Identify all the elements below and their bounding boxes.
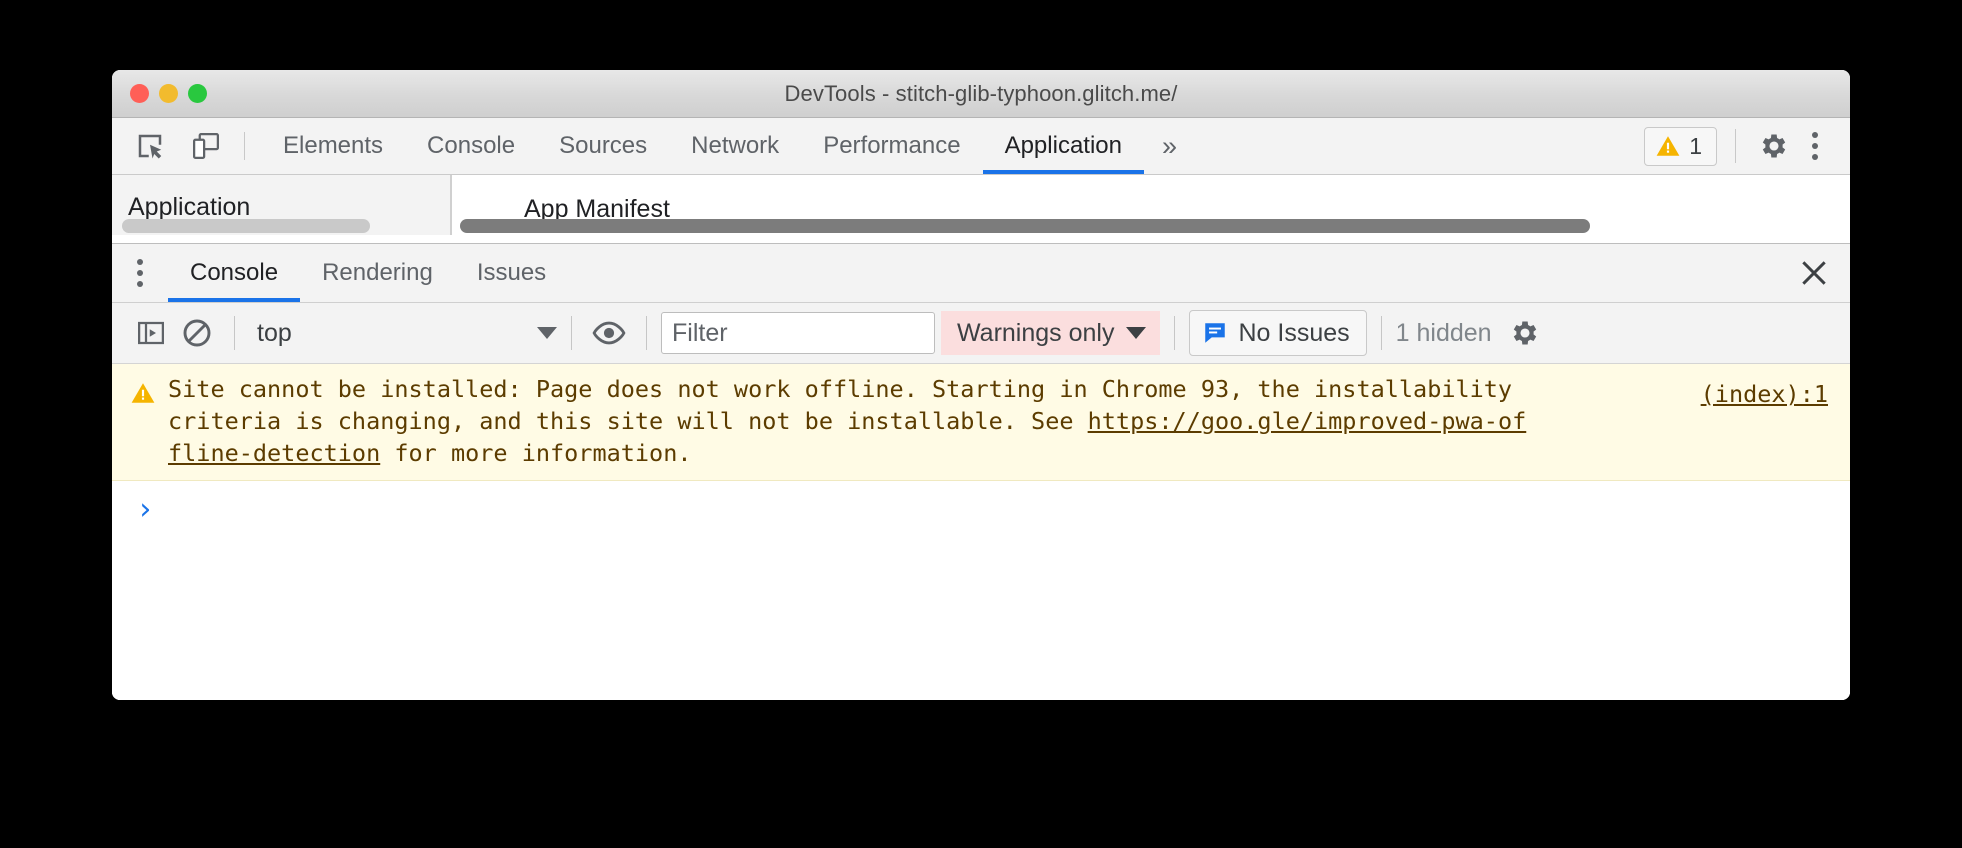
- drawer-tab-label: Issues: [476, 259, 547, 286]
- execution-context-value: top: [257, 318, 292, 347]
- close-window-button[interactable]: [130, 84, 149, 103]
- tab-label: Network: [691, 132, 780, 159]
- settings-button[interactable]: [1754, 126, 1794, 166]
- tab-elements[interactable]: Elements: [261, 118, 405, 174]
- hidden-messages-count: 1 hidden: [1395, 318, 1492, 347]
- console-level-value: Warnings only: [957, 318, 1115, 347]
- drawer-tab-console[interactable]: Console: [168, 244, 301, 302]
- toolbar-divider: [1380, 316, 1382, 350]
- issues-status-label: No Issues: [1238, 318, 1350, 347]
- warning-count-badge[interactable]: 1: [1644, 126, 1717, 166]
- close-icon: [1802, 261, 1826, 285]
- application-sidebar-title: Application: [128, 193, 251, 221]
- minimize-window-button[interactable]: [159, 84, 178, 103]
- toolbar-divider: [1735, 129, 1736, 163]
- kebab-menu-icon: [1812, 154, 1818, 160]
- inspect-element-button[interactable]: [130, 126, 170, 166]
- tab-console[interactable]: Console: [405, 118, 537, 174]
- devtools-main-toolbar: Elements Console Sources Network Perform…: [112, 118, 1850, 175]
- drawer-close-button[interactable]: [1778, 244, 1850, 302]
- warning-icon-wrapper: [130, 380, 156, 411]
- device-toolbar-icon: [193, 133, 219, 159]
- console-level-selector[interactable]: Warnings only: [941, 311, 1161, 355]
- maximize-window-button[interactable]: [188, 84, 207, 103]
- drawer-tab-label: Console: [190, 259, 279, 286]
- inspect-element-icon: [138, 134, 162, 159]
- tab-performance[interactable]: Performance: [801, 118, 982, 174]
- console-warning-text: Site cannot be installed: Page does not …: [168, 373, 1850, 469]
- tab-label: Elements: [283, 132, 384, 159]
- warning-text-after-link: for more information.: [380, 439, 692, 467]
- toolbar-divider: [234, 316, 235, 350]
- main-menu-button[interactable]: [1798, 126, 1832, 166]
- gear-icon: [1513, 321, 1536, 345]
- chevron-double-right-icon: »: [1162, 130, 1178, 161]
- console-toolbar: top Warnings only: [112, 303, 1850, 364]
- warning-triangle-icon: [1656, 136, 1680, 156]
- application-content: App Manifest: [451, 175, 1850, 235]
- chevron-down-icon: [537, 327, 557, 339]
- console-input-row[interactable]: ›: [112, 481, 1850, 541]
- console-warning-message[interactable]: Site cannot be installed: Page does not …: [112, 364, 1850, 481]
- kebab-menu-icon: [137, 270, 143, 276]
- devtools-window: DevTools - stitch-glib-typhoon.glitch.me…: [112, 70, 1850, 700]
- panel-tabs: Elements Console Sources Network Perform…: [261, 118, 1195, 174]
- toolbar-icon-group: [112, 118, 226, 174]
- drawer-tab-rendering[interactable]: Rendering: [300, 244, 455, 302]
- gear-icon: [1762, 134, 1786, 158]
- device-toolbar-button[interactable]: [186, 126, 226, 166]
- screen-root: DevTools - stitch-glib-typhoon.glitch.me…: [0, 0, 1962, 848]
- toolbar-divider: [646, 316, 647, 350]
- issues-message-icon: [1205, 323, 1226, 343]
- console-sidebar-toggle[interactable]: [128, 310, 174, 356]
- tab-label: Application: [1004, 132, 1122, 159]
- devtools-drawer: Console Rendering Issues top Filter Warn…: [112, 243, 1850, 700]
- chevron-down-icon: [1126, 327, 1147, 339]
- clear-console-button[interactable]: [174, 310, 220, 356]
- toolbar-right-group: 1: [1644, 118, 1850, 174]
- clear-console-icon: [183, 319, 211, 347]
- tab-network[interactable]: Network: [669, 118, 801, 174]
- tab-sources[interactable]: Sources: [537, 118, 669, 174]
- toolbar-divider: [571, 316, 572, 350]
- execution-context-selector[interactable]: top: [249, 319, 557, 348]
- tab-label: Sources: [559, 132, 648, 159]
- tab-application[interactable]: Application: [982, 118, 1145, 174]
- console-sidebar-icon: [138, 321, 164, 345]
- toolbar-divider: [244, 132, 245, 160]
- warning-count-label: 1: [1689, 132, 1702, 159]
- kebab-menu-icon: [1812, 143, 1818, 149]
- window-titlebar: DevTools - stitch-glib-typhoon.glitch.me…: [112, 70, 1850, 118]
- sidebar-horizontal-scrollbar[interactable]: [122, 219, 370, 233]
- console-prompt-arrow-icon: ›: [136, 492, 155, 527]
- drawer-tab-issues[interactable]: Issues: [455, 244, 568, 302]
- drawer-tab-label: Rendering: [322, 259, 433, 286]
- console-message-list[interactable]: Site cannot be installed: Page does not …: [112, 364, 1850, 700]
- live-expression-eye-icon: [592, 321, 626, 345]
- toolbar-divider: [1174, 316, 1176, 350]
- drawer-menu-button[interactable]: [112, 244, 168, 302]
- kebab-menu-icon: [137, 281, 143, 287]
- drawer-tab-bar: Console Rendering Issues: [112, 244, 1850, 303]
- live-expression-button[interactable]: [586, 310, 632, 356]
- console-filter-input[interactable]: [661, 312, 935, 354]
- console-settings-button[interactable]: [1502, 310, 1548, 356]
- kebab-menu-icon: [1812, 132, 1818, 138]
- issues-status-button[interactable]: No Issues: [1189, 310, 1367, 356]
- more-tabs-button[interactable]: »: [1144, 118, 1195, 174]
- warning-triangle-icon: [131, 383, 155, 403]
- console-message-source-link[interactable]: (index):1: [1701, 380, 1828, 408]
- content-horizontal-scrollbar[interactable]: [460, 219, 1590, 233]
- window-title: DevTools - stitch-glib-typhoon.glitch.me…: [784, 80, 1178, 106]
- traffic-light-group: [130, 70, 207, 117]
- tab-label: Console: [427, 132, 516, 159]
- application-sidebar[interactable]: Application: [112, 175, 451, 235]
- tab-label: Performance: [823, 132, 961, 159]
- application-panel-clipped: Application App Manifest: [112, 175, 1850, 235]
- kebab-menu-icon: [137, 259, 143, 265]
